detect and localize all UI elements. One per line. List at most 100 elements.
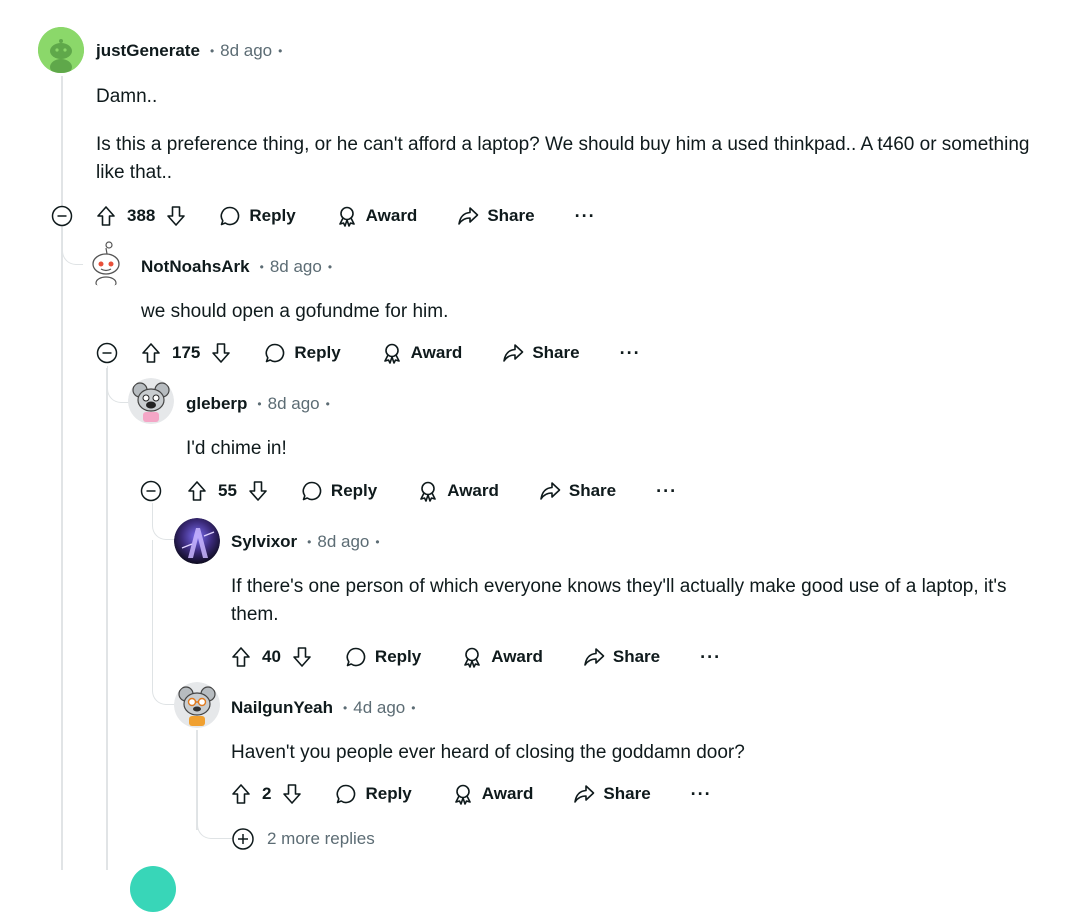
comment-paragraph: Damn.. — [96, 86, 158, 107]
comment-author[interactable]: gleberp — [186, 394, 247, 414]
share-button[interactable]: Share — [583, 646, 660, 668]
comment-paragraph: If there's one person of which everyone … — [231, 576, 1007, 625]
award-label: Award — [365, 206, 418, 225]
award-label: Award — [481, 784, 534, 803]
share-label: Share — [612, 647, 661, 666]
collapse-icon[interactable] — [51, 205, 73, 227]
comment-actions: 2 Reply Award Share ··· — [230, 778, 712, 810]
separator: • — [259, 260, 264, 274]
comment-actions: 388 Reply Award Share ··· — [95, 200, 596, 232]
thread-curve — [152, 540, 179, 705]
comment-author[interactable]: NailgunYeah — [231, 698, 333, 718]
downvote-icon[interactable] — [165, 205, 187, 227]
separator: • — [411, 701, 416, 715]
comment-author[interactable]: Sylvixor — [231, 532, 297, 552]
comment-body: we should open a gofundme for him. — [141, 298, 1041, 326]
share-button[interactable]: Share — [457, 205, 535, 227]
more-options-icon: ··· — [700, 646, 722, 667]
avatar[interactable] — [130, 866, 176, 912]
avatar[interactable] — [174, 682, 220, 728]
more-options-button[interactable]: ··· — [620, 343, 641, 364]
upvote-icon[interactable] — [95, 205, 117, 227]
more-options-button[interactable]: ··· — [656, 481, 677, 502]
comment-author[interactable]: NotNoahsArk — [141, 257, 250, 277]
share-button[interactable]: Share — [539, 480, 616, 502]
avatar[interactable] — [128, 378, 174, 424]
upvote-icon[interactable] — [230, 783, 252, 805]
avatar[interactable] — [38, 27, 84, 73]
more-options-button[interactable]: ··· — [575, 206, 596, 227]
share-icon — [540, 482, 561, 500]
collapse-icon[interactable] — [140, 480, 162, 502]
award-button[interactable]: Award — [381, 342, 462, 364]
award-label: Award — [447, 481, 499, 500]
comment-author[interactable]: justGenerate — [96, 41, 200, 61]
upvote-icon[interactable] — [140, 342, 162, 364]
upvote-icon[interactable] — [186, 480, 208, 502]
more-options-button[interactable]: ··· — [700, 647, 721, 668]
separator: • — [343, 701, 348, 715]
vote-group: 2 — [230, 783, 303, 805]
comment-time[interactable]: 8d ago — [270, 257, 322, 277]
score: 388 — [127, 206, 156, 225]
comment-meta: NailgunYeah • 4d ago • — [231, 696, 415, 720]
award-button[interactable]: Award — [336, 205, 418, 227]
comment-body: Haven't you people ever heard of closing… — [231, 739, 1051, 767]
comment-time[interactable]: 8d ago — [220, 41, 272, 61]
separator: • — [375, 535, 380, 549]
avatar[interactable] — [174, 518, 220, 564]
reply-label: Reply — [330, 481, 378, 500]
separator: • — [209, 44, 215, 58]
award-button[interactable]: Award — [417, 480, 499, 502]
vote-group: 40 — [230, 646, 313, 668]
comment-time[interactable]: 8d ago — [317, 532, 369, 552]
comment-meta: justGenerate • 8d ago • — [96, 39, 282, 63]
score: 2 — [262, 784, 272, 803]
separator: • — [257, 397, 262, 411]
award-button[interactable]: Award — [461, 646, 543, 668]
thread-line-level-1[interactable] — [61, 76, 63, 870]
share-label: Share — [532, 343, 580, 362]
more-options-button[interactable]: ··· — [691, 784, 712, 805]
share-button[interactable]: Share — [502, 342, 580, 364]
comment-actions: 40 Reply Award Share ··· — [230, 641, 721, 673]
score: 55 — [218, 481, 237, 500]
comment-paragraph: I'd chime in! — [186, 438, 287, 459]
reply-label: Reply — [294, 343, 341, 362]
collapse-icon[interactable] — [96, 342, 118, 364]
comment-body: If there's one person of which everyone … — [231, 573, 1051, 629]
separator: • — [307, 535, 312, 549]
comment-body: I'd chime in! — [186, 435, 1046, 463]
award-icon — [420, 481, 437, 502]
comment-time[interactable]: 8d ago — [268, 394, 320, 414]
award-icon — [454, 784, 471, 805]
more-replies-button[interactable]: 2 more replies — [231, 827, 375, 851]
comment-meta: gleberp • 8d ago • — [186, 392, 330, 416]
avatar[interactable] — [83, 241, 129, 287]
share-icon — [584, 648, 605, 666]
downvote-icon[interactable] — [247, 480, 269, 502]
comment-body: Damn.. Is this a preference thing, or he… — [96, 83, 1036, 187]
reply-button[interactable]: Reply — [335, 783, 412, 805]
downvote-icon[interactable] — [281, 783, 303, 805]
reply-label: Reply — [365, 784, 412, 803]
thread-line-level-2[interactable] — [106, 368, 108, 870]
separator: • — [278, 44, 283, 58]
comment-time[interactable]: 4d ago — [353, 698, 405, 718]
more-options-icon: ··· — [690, 783, 712, 804]
more-options-icon: ··· — [574, 205, 596, 226]
reply-button[interactable]: Reply — [219, 205, 296, 227]
upvote-icon[interactable] — [230, 646, 252, 668]
share-icon — [458, 207, 479, 225]
comment-meta: Sylvixor • 8d ago • — [231, 530, 380, 554]
award-button[interactable]: Award — [452, 783, 534, 805]
reply-label: Reply — [249, 206, 296, 225]
downvote-icon[interactable] — [210, 342, 232, 364]
share-button[interactable]: Share — [573, 783, 651, 805]
more-replies-label: 2 more replies — [267, 829, 375, 848]
reply-button[interactable]: Reply — [264, 342, 341, 364]
downvote-icon[interactable] — [291, 646, 313, 668]
reply-button[interactable]: Reply — [301, 480, 377, 502]
comment-bubble-icon — [302, 481, 322, 501]
reply-button[interactable]: Reply — [345, 646, 421, 668]
